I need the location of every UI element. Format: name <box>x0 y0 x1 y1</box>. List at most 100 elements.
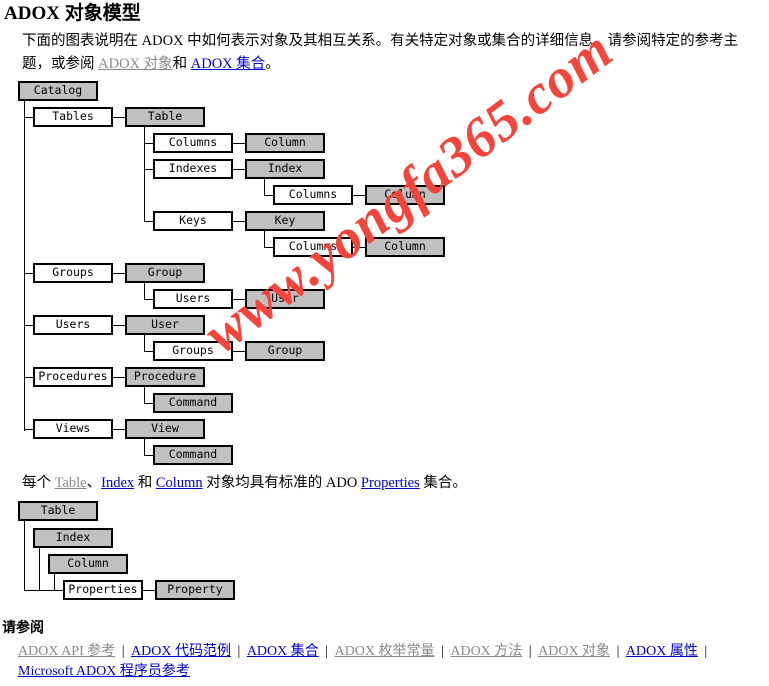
link-properties[interactable]: Properties <box>361 475 420 491</box>
see-also-link-2[interactable]: ADOX 代码范例 <box>131 644 231 659</box>
link-column[interactable]: Column <box>156 475 203 491</box>
see-also-link-7[interactable]: ADOX 属性 <box>626 644 698 659</box>
diagram-node-label: Column <box>67 556 109 571</box>
mid-sep-1: 、 <box>86 475 102 491</box>
connector-line <box>144 335 145 351</box>
diagram-node-user1[interactable]: User <box>245 289 325 309</box>
see-also-link-5[interactable]: ADOX 方法 <box>450 644 522 659</box>
diagram-node-views[interactable]: Views <box>33 419 113 439</box>
diagram-node-columns2[interactable]: Columns <box>273 185 353 205</box>
see-also-separator: | <box>321 644 332 659</box>
page-title: ADOX 对象模型 <box>4 3 141 24</box>
diagram-node-keys[interactable]: Keys <box>153 211 233 231</box>
diagram-node-label: Command <box>168 447 218 462</box>
see-also-separator: | <box>613 644 623 659</box>
diagram-node-label: Keys <box>179 213 207 228</box>
connector-line <box>24 521 25 590</box>
diagram-node-procedures[interactable]: Procedures <box>33 367 113 387</box>
mid-sep-2: 和 <box>134 475 156 491</box>
see-also-link-1[interactable]: ADOX API 参考 <box>18 644 115 659</box>
intro-paragraph: 下面的图表说明在 ADOX 中如何表示对象及其相互关系。有关特定对象或集合的详细… <box>22 30 767 76</box>
diagram-node-p-property[interactable]: Property <box>155 580 235 600</box>
see-also-link-4[interactable]: ADOX 枚举常量 <box>335 644 435 659</box>
diagram-node-label: Columns <box>288 239 338 254</box>
diagram-node-label: Column <box>384 187 426 202</box>
diagram-node-label: Table <box>40 503 76 518</box>
diagram-node-label: User <box>151 317 179 332</box>
link-adox-collections[interactable]: ADOX 集合 <box>191 56 266 72</box>
diagram-node-label: Columns <box>288 187 338 202</box>
diagram-node-label: Catalog <box>33 83 83 98</box>
diagram-node-label: Group <box>147 265 183 280</box>
diagram-node-groups2[interactable]: Groups <box>153 341 233 361</box>
diagram-node-label: Users <box>55 317 91 332</box>
diagram-node-tables[interactable]: Tables <box>33 107 113 127</box>
diagram-node-users1[interactable]: Users <box>153 289 233 309</box>
see-also-separator: | <box>118 644 129 659</box>
diagram-node-label: Column <box>384 239 426 254</box>
see-also-separator: | <box>234 644 244 659</box>
connector-line <box>144 127 145 221</box>
diagram-node-key[interactable]: Key <box>245 211 325 231</box>
connector-line <box>54 574 55 590</box>
diagram-node-label: Indexes <box>168 161 218 176</box>
diagram-node-command1[interactable]: Command <box>153 393 233 413</box>
connector-line <box>264 231 265 247</box>
connector-line <box>144 439 145 455</box>
diagram-node-procedure[interactable]: Procedure <box>125 367 205 387</box>
diagram-node-column1[interactable]: Column <box>245 133 325 153</box>
mid-text-end: 集合。 <box>419 475 467 491</box>
diagram-node-group2[interactable]: Group <box>245 341 325 361</box>
diagram-node-label: View <box>151 421 179 436</box>
connector-line <box>264 179 265 195</box>
see-also-separator: | <box>437 644 448 659</box>
see-also-link-3[interactable]: ADOX 集合 <box>247 644 319 659</box>
diagram-node-p-table[interactable]: Table <box>18 501 98 521</box>
properties-collection-diagram: Table Index Column Properties Property <box>0 0 769 686</box>
diagram-node-label: Groups <box>52 265 94 280</box>
diagram-node-user2[interactable]: User <box>125 315 205 335</box>
see-also-link-8[interactable]: Microsoft ADOX 程序员参考 <box>18 664 190 679</box>
connector-line <box>24 101 25 431</box>
diagram-node-label: Tables <box>52 109 94 124</box>
diagram-node-label: Property <box>167 582 223 597</box>
diagram-node-label: Procedures <box>38 369 108 384</box>
diagram-node-label: Key <box>274 213 296 228</box>
diagram-node-table[interactable]: Table <box>125 107 205 127</box>
connector-line <box>39 548 40 590</box>
diagram-node-label: Table <box>147 109 183 124</box>
diagram-node-index[interactable]: Index <box>245 159 325 179</box>
diagram-node-group1[interactable]: Group <box>125 263 205 283</box>
diagram-node-label: Users <box>175 291 211 306</box>
diagram-node-users2[interactable]: Users <box>33 315 113 335</box>
diagram-node-view[interactable]: View <box>125 419 205 439</box>
see-also-separator: | <box>700 644 708 659</box>
diagram-node-p-index[interactable]: Index <box>33 528 113 548</box>
connector-line <box>144 387 145 403</box>
see-also-links: ADOX API 参考 | ADOX 代码范例 | ADOX 集合 | ADOX… <box>18 642 766 682</box>
mid-sep-3: 对象均具有标准的 ADO <box>202 475 361 491</box>
diagram-node-indexes[interactable]: Indexes <box>153 159 233 179</box>
link-table[interactable]: Table <box>55 475 87 491</box>
diagram-node-columns3[interactable]: Columns <box>273 237 353 257</box>
diagram-node-command2[interactable]: Command <box>153 445 233 465</box>
diagram-node-catalog[interactable]: Catalog <box>18 81 98 101</box>
connector-line <box>144 283 145 299</box>
diagram-node-column3[interactable]: Column <box>365 237 445 257</box>
diagram-node-columns1[interactable]: Columns <box>153 133 233 153</box>
link-index[interactable]: Index <box>101 475 134 491</box>
see-also-separator: | <box>525 644 536 659</box>
intro-text-end: 。 <box>265 56 280 72</box>
diagram-node-label: Columns <box>168 135 218 150</box>
diagram-node-groups1[interactable]: Groups <box>33 263 113 283</box>
link-adox-objects[interactable]: ADOX 对象 <box>98 56 173 72</box>
diagram-node-label: Groups <box>172 343 214 358</box>
diagram-node-p-column[interactable]: Column <box>48 554 128 574</box>
see-also-link-6[interactable]: ADOX 对象 <box>538 644 610 659</box>
diagram-node-label: Column <box>264 135 306 150</box>
diagram-node-column2[interactable]: Column <box>365 185 445 205</box>
connector-line <box>24 590 65 591</box>
diagram-node-p-properties[interactable]: Properties <box>63 580 143 600</box>
diagram-node-label: Index <box>267 161 303 176</box>
diagram-node-label: Index <box>55 530 91 545</box>
